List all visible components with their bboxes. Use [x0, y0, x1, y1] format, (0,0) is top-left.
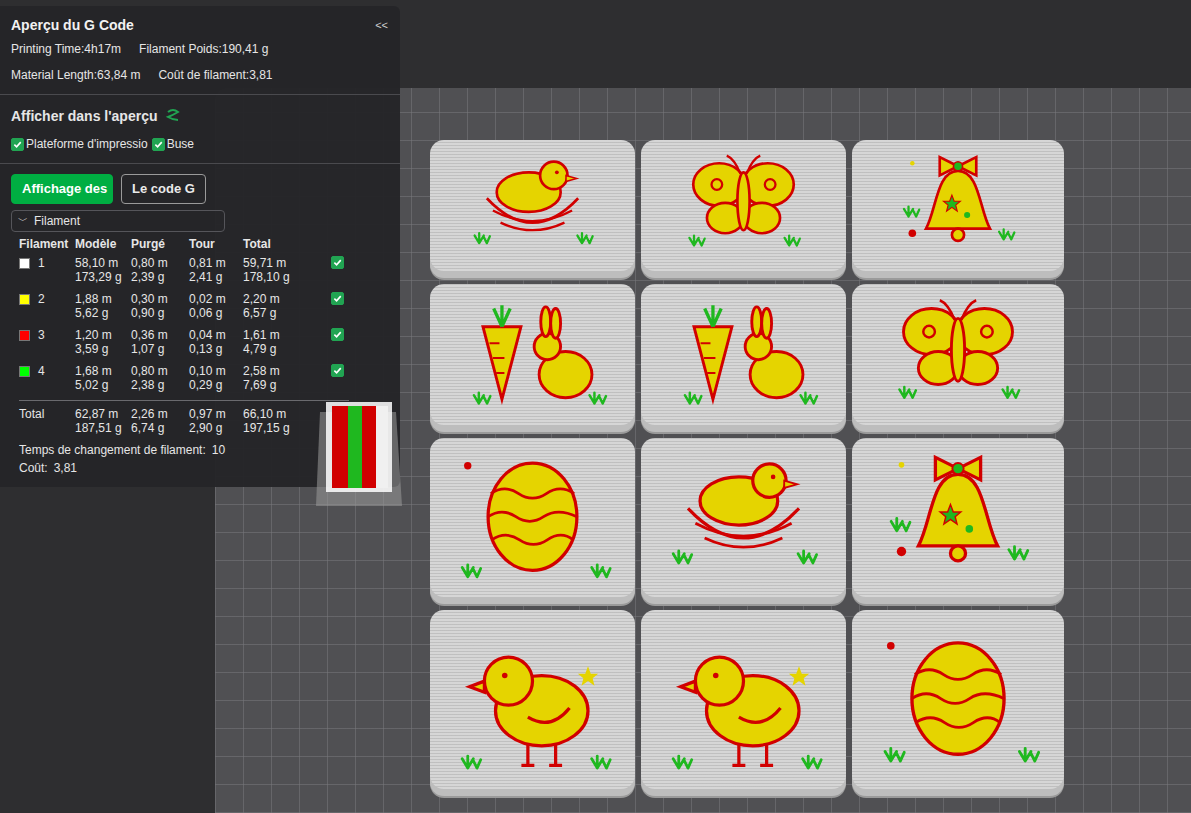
- color-swatch: [19, 294, 30, 305]
- total-cell: 1,61 m4,79 g: [243, 328, 331, 356]
- show-in-preview-heading: Afficher dans l'aperçu: [11, 101, 388, 131]
- model-cell: 1,20 m3,59 g: [75, 328, 131, 356]
- divider: [0, 163, 400, 164]
- egg-picture: [862, 618, 1054, 784]
- egg-picture: [440, 446, 625, 592]
- collapse-button[interactable]: <<: [375, 19, 388, 31]
- check-icon: [333, 366, 342, 375]
- check-icon: [154, 140, 163, 149]
- chick-nest-picture: [440, 148, 625, 266]
- filament-id: 3: [19, 328, 75, 342]
- stat: Material Length:63,84 m: [11, 68, 140, 82]
- model-cell: 62,87 m187,51 g: [75, 407, 131, 435]
- column-header: Filament: [19, 237, 75, 251]
- chevron-icon: ﹀: [18, 214, 28, 228]
- printed-tile[interactable]: [641, 284, 846, 432]
- check-icon: [13, 140, 22, 149]
- stat-row: Printing Time:4h17m Filament Poids:190,41…: [11, 36, 388, 62]
- total-cell: 2,58 m7,69 g: [243, 364, 331, 392]
- table-row: 21,88 m5,62 g0,30 m0,90 g0,02 m0,06 g2,2…: [19, 290, 388, 326]
- chick-picture: [651, 618, 836, 784]
- carrot-bunny-picture: [440, 292, 625, 420]
- bell-picture: [862, 446, 1054, 592]
- stat: Printing Time:4h17m: [11, 42, 121, 56]
- model-cell: 1,88 m5,62 g: [75, 292, 131, 320]
- column-header: Total: [243, 237, 331, 251]
- check-icon: [333, 294, 342, 303]
- check-icon: [333, 330, 342, 339]
- filament-id: 1: [19, 256, 75, 270]
- purged-cell: 0,80 m2,38 g: [131, 364, 189, 392]
- panel-title: Aperçu du G Code: [11, 17, 134, 33]
- printed-tile[interactable]: [641, 140, 846, 278]
- table-header: FilamentModèlePurgéTourTotal: [19, 234, 388, 254]
- printed-tile[interactable]: [430, 284, 635, 432]
- chick-picture: [440, 618, 625, 784]
- printed-tile[interactable]: [641, 438, 846, 604]
- tower-cell: 0,02 m0,06 g: [189, 292, 243, 320]
- total-cell: 2,20 m6,57 g: [243, 292, 331, 320]
- filament-id: 2: [19, 292, 75, 306]
- printed-tile[interactable]: [852, 438, 1064, 604]
- swirl-icon: [165, 108, 181, 124]
- tile-grid: [430, 140, 1191, 796]
- carrot-bunny-picture: [651, 292, 836, 420]
- checkbox[interactable]: [152, 138, 165, 151]
- printed-tile[interactable]: [430, 140, 635, 278]
- checkbox[interactable]: [331, 292, 344, 305]
- tab-bar: Affichage des Le code G: [11, 170, 388, 210]
- printed-tile[interactable]: [430, 438, 635, 604]
- tower-cell: 0,81 m2,41 g: [189, 256, 243, 284]
- check-icon: [333, 258, 342, 267]
- stat-row: Material Length:63,84 m Coût de filament:…: [11, 62, 388, 88]
- filament-id: 4: [19, 364, 75, 378]
- checkbox[interactable]: [331, 364, 344, 377]
- model-cell: 1,68 m5,02 g: [75, 364, 131, 392]
- checkbox[interactable]: [331, 328, 344, 341]
- column-header: Purgé: [131, 237, 189, 251]
- option-label: Plateforme d'impressio: [26, 137, 148, 151]
- printed-tile[interactable]: [852, 140, 1064, 278]
- printed-tile[interactable]: [852, 284, 1064, 432]
- tab[interactable]: Affichage des: [11, 174, 113, 204]
- total-label: Total: [19, 407, 75, 421]
- checkbox[interactable]: [331, 256, 344, 269]
- total-cell: 59,71 m178,10 g: [243, 256, 331, 284]
- divider: [0, 94, 400, 95]
- table-row: 31,20 m3,59 g0,36 m1,07 g0,04 m0,13 g1,6…: [19, 326, 388, 362]
- slicer-preview: Aperçu du G Code << Printing Time:4h17m Fil…: [0, 0, 1191, 813]
- tower-cell: 0,97 m2,90 g: [189, 407, 243, 435]
- color-swatch: [19, 366, 30, 377]
- stat: Filament Poids:190,41 g: [139, 42, 268, 56]
- table-row: 158,10 m173,29 g0,80 m2,39 g0,81 m2,41 g…: [19, 254, 388, 290]
- color-swatch: [19, 330, 30, 341]
- printed-tile[interactable]: [430, 610, 635, 796]
- butterfly-picture: [862, 292, 1054, 420]
- tab[interactable]: Le code G: [121, 174, 206, 204]
- total-cell: 66,10 m197,15 g: [243, 407, 331, 435]
- chick-nest-picture: [651, 446, 836, 592]
- butterfly-picture: [651, 148, 836, 266]
- prime-tower[interactable]: [316, 402, 402, 510]
- purged-cell: 2,26 m6,74 g: [131, 407, 189, 435]
- tower-cell: 0,10 m0,29 g: [189, 364, 243, 392]
- divider: [19, 400, 349, 401]
- printed-tile[interactable]: [641, 610, 846, 796]
- view-dropdown[interactable]: ﹀Filament: [11, 210, 225, 232]
- option-label: Buse: [167, 137, 194, 151]
- column-header: Modèle: [75, 237, 131, 251]
- checkbox[interactable]: [11, 138, 24, 151]
- printed-tile[interactable]: [852, 610, 1064, 796]
- bell-picture: [862, 148, 1054, 266]
- model-cell: 58,10 m173,29 g: [75, 256, 131, 284]
- tower-cell: 0,04 m0,13 g: [189, 328, 243, 356]
- purged-cell: 0,30 m0,90 g: [131, 292, 189, 320]
- purged-cell: 0,80 m2,39 g: [131, 256, 189, 284]
- stat: Coût de filament:3,81: [158, 68, 272, 82]
- color-swatch: [19, 258, 30, 269]
- table-row: 41,68 m5,02 g0,80 m2,38 g0,10 m0,29 g2,5…: [19, 362, 388, 398]
- purged-cell: 0,36 m1,07 g: [131, 328, 189, 356]
- column-header: Tour: [189, 237, 243, 251]
